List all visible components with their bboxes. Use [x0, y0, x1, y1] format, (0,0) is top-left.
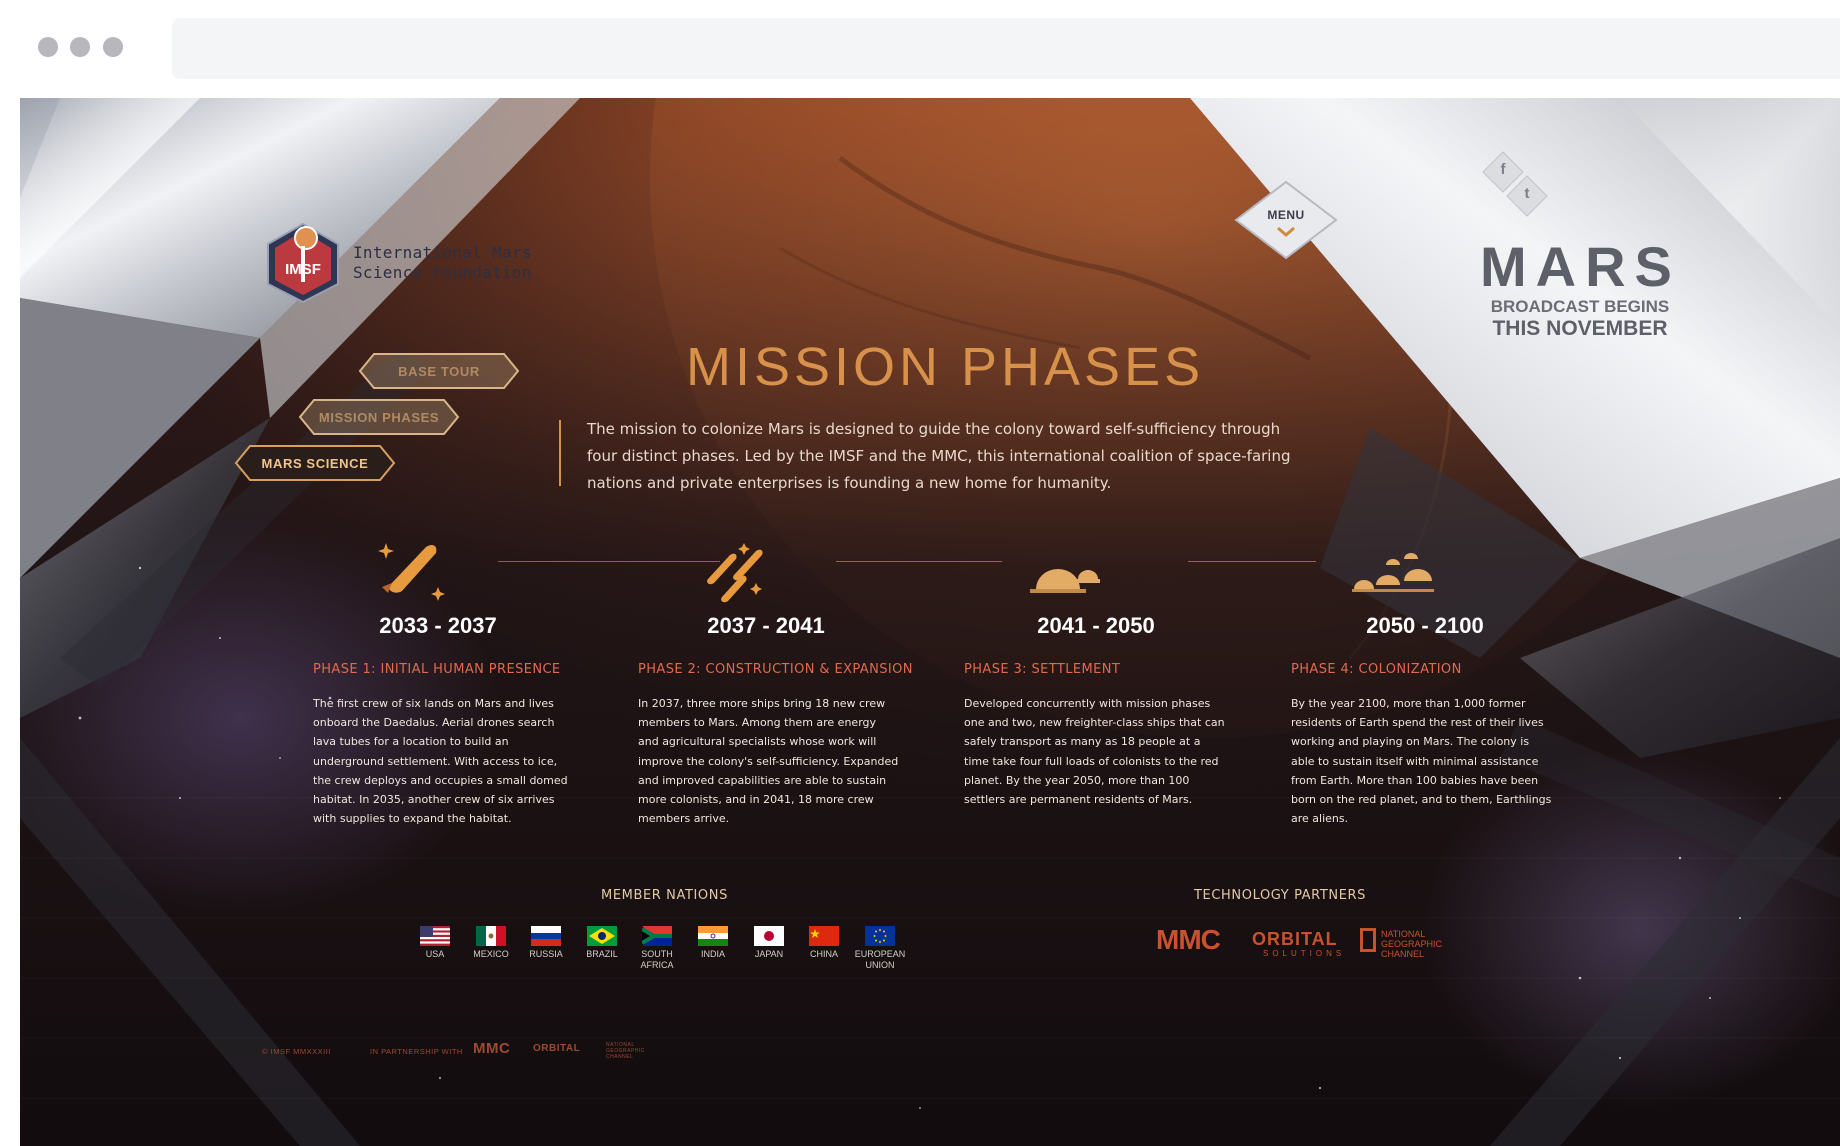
phase-2-years: 2037 - 2041 — [707, 613, 825, 638]
address-bar[interactable] — [172, 18, 1840, 79]
imsf-logo[interactable]: IMSF International Mars Science Foundati… — [262, 222, 532, 304]
org-name-line1: International Mars — [353, 243, 532, 262]
phase-connector-3 — [1188, 561, 1316, 562]
nav-mars-science-button[interactable]: MARS SCIENCE — [234, 444, 396, 482]
imsf-badge-icon: IMSF — [267, 222, 339, 304]
window-maximize-dot[interactable] — [103, 37, 123, 57]
nation-name-line1: EUROPEAN — [854, 949, 906, 959]
phase-1-title: PHASE 1: INITIAL HUMAN PRESENCE — [313, 662, 561, 677]
intro-text: The mission to colonize Mars is designed… — [587, 420, 1291, 492]
japan-flag-icon — [754, 926, 784, 946]
china-flag-icon — [809, 926, 839, 946]
brazil-flag-icon — [587, 926, 617, 946]
svg-text:IMSF: IMSF — [285, 261, 321, 278]
phase-3-title: PHASE 3: SETTLEMENT — [964, 662, 1121, 677]
mexico-flag-icon — [476, 926, 506, 946]
phase-4-description: By the year 2100, more than 1,000 former… — [1291, 697, 1552, 826]
orbital-solutions-logo[interactable]: ORBITAL — [1252, 929, 1338, 950]
window-close-dot[interactable] — [38, 37, 58, 57]
natgeo-logo[interactable]: NATIONAL GEOGRAPHIC CHANNEL — [1381, 929, 1442, 959]
phase-connector-2 — [836, 561, 1002, 562]
nation-name-line1: RUSSIA — [529, 949, 563, 959]
browser-chrome — [0, 0, 1840, 98]
page-title: MISSION PHASES — [686, 337, 1205, 397]
promo-line1: BROADCAST BEGINS — [1490, 297, 1670, 316]
india-flag-icon — [698, 926, 728, 946]
phase-2-description: In 2037, three more ships bring 18 new c… — [638, 697, 899, 826]
window-minimize-dot[interactable] — [70, 37, 90, 57]
promo-title: MARS — [1480, 235, 1681, 298]
phase-1-years: 2033 - 2037 — [379, 613, 497, 638]
phase-3-years: 2041 - 2050 — [1037, 613, 1155, 638]
member-nations-heading: MEMBER NATIONS — [601, 888, 728, 903]
nav-mission-phases-button[interactable]: MISSION PHASES — [298, 398, 460, 436]
twitter-icon: t — [1524, 185, 1530, 202]
single-ship-icon — [378, 543, 445, 601]
partnership-text: IN PARTNERSHIP WITH — [370, 1047, 463, 1056]
nation-name-line1: JAPAN — [754, 949, 784, 959]
promo-line2: THIS NOVEMBER — [1492, 317, 1668, 340]
footer-orbital-logo[interactable]: ORBITAL — [533, 1043, 580, 1054]
phase-1-description: The first crew of six lands on Mars and … — [313, 697, 568, 826]
nation-name-line2: UNION — [865, 960, 895, 970]
member-russia: RUSSIA — [516, 926, 576, 960]
dome-habitat-icon — [1030, 569, 1100, 593]
copyright-text: © IMSF MMXXXIII — [262, 1047, 331, 1056]
nation-name-line1: USA — [425, 949, 445, 959]
member-india: INDIA — [683, 926, 743, 960]
nation-name-line1: BRAZIL — [586, 949, 618, 959]
member-mexico: MEXICO — [461, 926, 521, 960]
nav-base-tour-button[interactable]: BASE TOUR — [358, 352, 520, 390]
nation-name-line1: SOUTH — [641, 949, 673, 959]
member-european-union: EUROPEAN UNION — [850, 926, 910, 971]
twitter-button[interactable]: t — [1505, 174, 1549, 218]
orbital-solutions-subtitle: SOLUTIONS — [1263, 949, 1346, 958]
member-usa: USA — [405, 926, 465, 960]
intro-accent-bar — [559, 420, 561, 486]
usa-flag-icon — [420, 926, 450, 946]
nation-name-line1: INDIA — [700, 949, 725, 959]
phase-2-title: PHASE 2: CONSTRUCTION & EXPANSION — [638, 662, 913, 677]
page-viewport: IMSF International Mars Science Foundati… — [20, 98, 1840, 1146]
member-brazil: BRAZIL — [572, 926, 632, 960]
nation-name-line1: MEXICO — [473, 949, 509, 959]
member-japan: JAPAN — [739, 926, 799, 960]
member-south-africa: SOUTH AFRICA — [627, 926, 687, 971]
phase-4-title: PHASE 4: COLONIZATION — [1291, 662, 1462, 677]
footer-mmc-logo[interactable]: MMC — [473, 1040, 510, 1057]
natgeo-frame-icon — [1360, 928, 1376, 952]
phase-4-years: 2050 - 2100 — [1366, 613, 1484, 638]
footer-natgeo-logo[interactable]: NATIONAL GEOGRAPHIC CHANNEL — [606, 1042, 646, 1060]
menu-button[interactable]: MENU — [1234, 180, 1338, 260]
mmc-logo[interactable]: MMC — [1156, 924, 1221, 956]
russia-flag-icon — [531, 926, 561, 946]
member-china: CHINA — [794, 926, 854, 960]
domed-colony-icon — [1352, 553, 1434, 592]
eu-flag-icon — [865, 926, 895, 946]
broadcast-promo[interactable]: MARS BROADCAST BEGINS THIS NOVEMBER — [1480, 238, 1680, 341]
chevron-down-icon — [1277, 226, 1295, 237]
phase-connector-1 — [498, 561, 720, 562]
nation-name-line1: CHINA — [809, 949, 838, 959]
org-name-line2: Science Foundation — [353, 263, 532, 282]
phase-3-description: Developed concurrently with mission phas… — [964, 697, 1225, 807]
technology-partners-heading: TECHNOLOGY PARTNERS — [1194, 888, 1367, 903]
nation-name-line2: AFRICA — [640, 960, 674, 970]
south-africa-flag-icon — [642, 926, 672, 946]
three-ships-icon — [707, 543, 763, 603]
